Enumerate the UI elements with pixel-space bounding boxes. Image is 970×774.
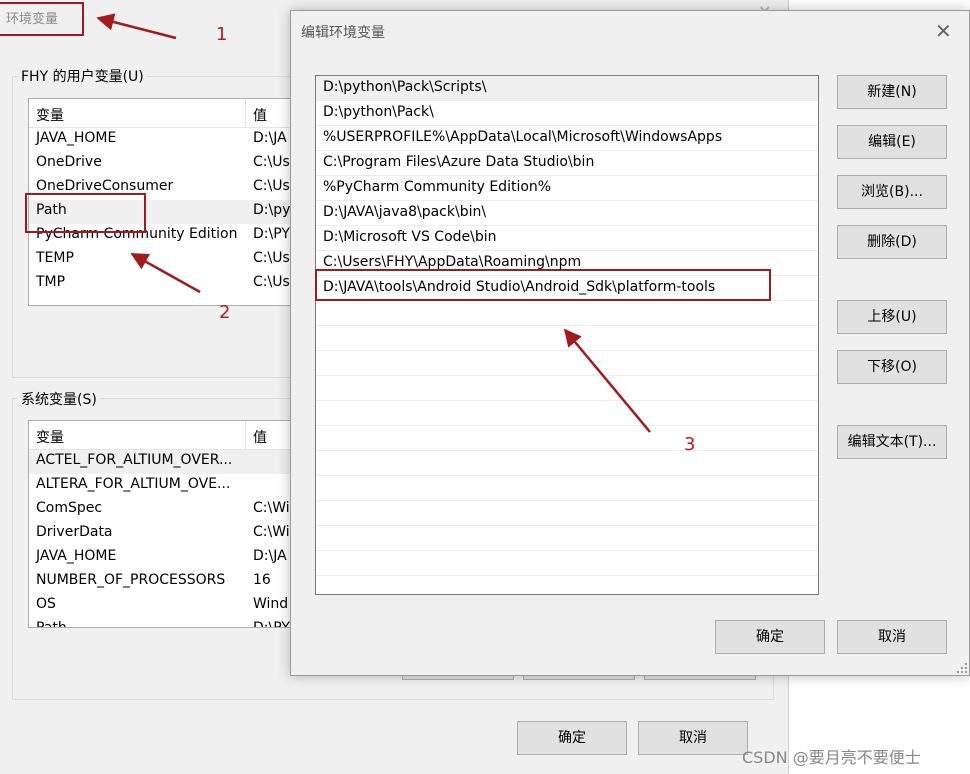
arrow-1 [96, 13, 177, 40]
annotation-number-3: 3 [684, 434, 696, 455]
annotation-arrows [96, 13, 651, 433]
arrow-3 [563, 328, 651, 433]
annotation-number-1: 1 [216, 24, 228, 45]
arrow-2 [130, 252, 201, 294]
watermark: CSDN @要月亮不要便士 [742, 748, 921, 767]
annotation-number-2: 2 [219, 302, 231, 323]
